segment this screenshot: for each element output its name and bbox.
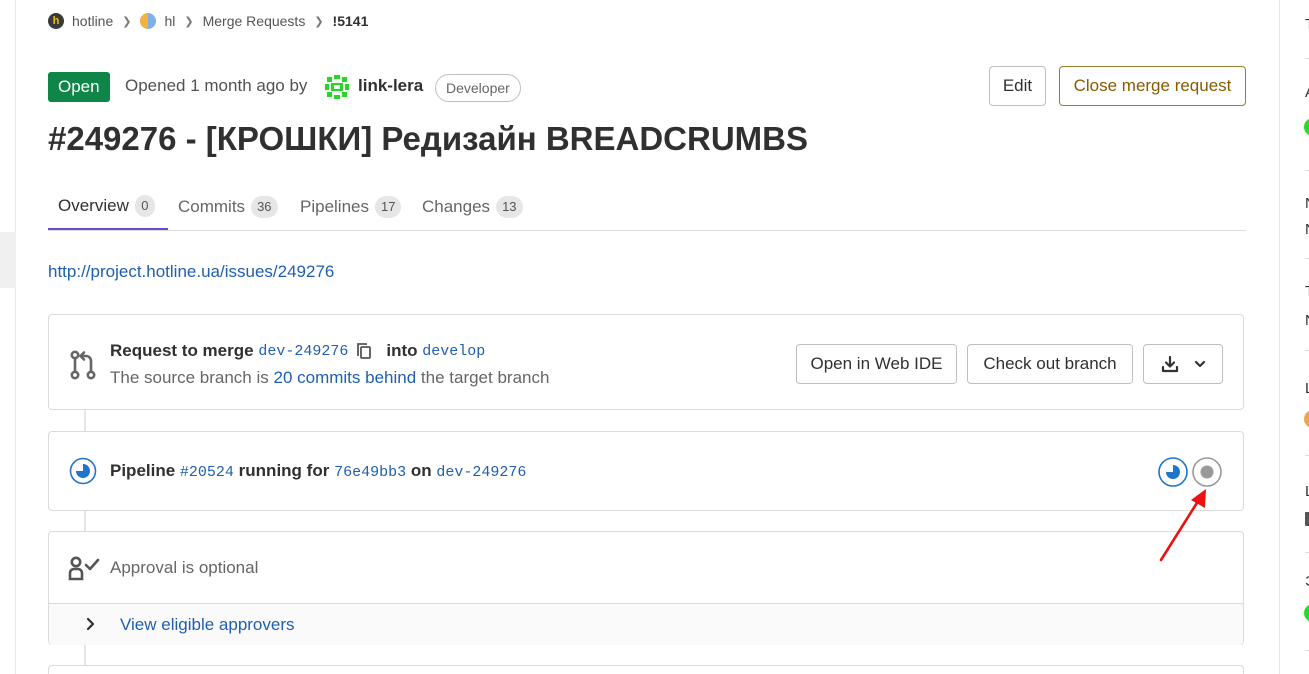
- chevron-right-icon: ❯: [314, 15, 324, 28]
- tab-label: Changes: [422, 197, 491, 216]
- issue-link[interactable]: http://project.hotline.ua/issues/249276: [48, 262, 334, 282]
- pipeline-branch-link[interactable]: dev-249276: [436, 464, 526, 481]
- breadcrumb: h hotline ❯ hl ❯ Merge Requests ❯ !5141: [48, 10, 368, 32]
- close-merge-request-button[interactable]: Close merge request: [1059, 66, 1246, 106]
- sidebar-milestone-label: N: [1305, 195, 1309, 212]
- breadcrumb-group[interactable]: hotline: [72, 13, 113, 29]
- project-avatar: [140, 13, 157, 29]
- tab-label: Commits: [178, 197, 246, 216]
- approval-widget: Approval is optional View eligible appro…: [48, 531, 1244, 645]
- group-avatar: h: [48, 13, 64, 29]
- author-name[interactable]: link-lera: [358, 76, 423, 96]
- edit-button[interactable]: Edit: [989, 66, 1046, 106]
- divider: [1305, 258, 1309, 259]
- view-eligible-approvers-link[interactable]: View eligible approvers: [120, 615, 295, 635]
- divider: [1305, 170, 1309, 171]
- label-chip[interactable]: [1304, 410, 1309, 428]
- right-sidebar: T A N N T N L L Э: [1279, 0, 1309, 674]
- pipeline-running-icon[interactable]: [69, 457, 97, 485]
- widget-connector: [84, 410, 86, 431]
- download-icon: [1161, 355, 1179, 373]
- copy-icon[interactable]: [356, 342, 372, 360]
- branch-behind-info: The source branch is 20 commits behind t…: [110, 368, 549, 388]
- opened-meta: Opened 1 month ago by: [125, 76, 308, 95]
- approval-status: Approval is optional: [110, 558, 259, 577]
- tab-count: 17: [375, 196, 402, 218]
- tab-label: Pipelines: [300, 197, 369, 216]
- status-badge: Open: [48, 72, 110, 102]
- mr-tabs: Overview 0 Commits 36 Pipelines 17 Chang…: [48, 184, 1246, 231]
- assignee-avatar[interactable]: [1304, 118, 1309, 136]
- chevron-right-icon: ❯: [184, 15, 194, 28]
- chevron-down-icon: [1194, 360, 1206, 368]
- commits-behind-link[interactable]: 20 commits behind: [273, 368, 416, 387]
- divider: [1305, 455, 1309, 456]
- divider: [1305, 552, 1309, 553]
- tab-count: 0: [134, 195, 155, 217]
- commit-sha-link[interactable]: 76e49bb3: [334, 464, 406, 481]
- chevron-right-icon[interactable]: [83, 616, 97, 632]
- merge-summary: Request to merge dev-249276 into develop: [110, 341, 485, 361]
- source-branch[interactable]: dev-249276: [258, 343, 348, 360]
- target-branch[interactable]: develop: [422, 343, 485, 360]
- sidebar-todo-label[interactable]: T: [1305, 16, 1309, 33]
- merge-request-widget: Request to merge dev-249276 into develop…: [48, 314, 1244, 410]
- tab-overview[interactable]: Overview 0: [48, 184, 168, 230]
- sidebar-participants-label: Э: [1305, 573, 1309, 590]
- approval-icon: [68, 556, 100, 581]
- on-label: on: [410, 461, 432, 480]
- page-title: #249276 - [КРОШКИ] Редизайн BREADCRUMBS: [48, 120, 808, 157]
- tab-count: 36: [251, 196, 278, 218]
- into-label: into: [386, 341, 418, 360]
- role-badge: Developer: [435, 74, 521, 102]
- pipeline-summary: Pipeline #20524 running for 76e49bb3 on …: [110, 461, 526, 481]
- request-to-merge-label: Request to merge: [110, 341, 254, 360]
- author-avatar[interactable]: [323, 73, 351, 101]
- behind-prefix: The source branch is: [110, 368, 269, 387]
- tab-label: Overview: [58, 196, 129, 215]
- breadcrumb-project[interactable]: hl: [164, 13, 175, 29]
- tab-changes[interactable]: Changes 13: [412, 184, 533, 230]
- sidebar-labels-label: L: [1305, 380, 1309, 397]
- tab-count: 13: [496, 196, 523, 218]
- divider: [1305, 350, 1309, 351]
- approvers-toggle-row[interactable]: View eligible approvers: [49, 603, 1243, 645]
- breadcrumb-merge-requests[interactable]: Merge Requests: [203, 13, 306, 29]
- lock-icon: [1305, 512, 1309, 526]
- sidebar-time-label: T: [1305, 283, 1309, 300]
- pipeline-id-link[interactable]: #20524: [180, 464, 234, 481]
- sidebar-assignee-label: A: [1305, 84, 1309, 101]
- open-web-ide-button[interactable]: Open in Web IDE: [796, 344, 957, 384]
- sidebar-lock-label: L: [1305, 483, 1309, 500]
- download-dropdown-button[interactable]: [1143, 344, 1223, 384]
- breadcrumb-current[interactable]: !5141: [333, 13, 369, 29]
- tab-pipelines[interactable]: Pipelines 17: [290, 184, 411, 230]
- annotation-arrow: [1159, 489, 1206, 562]
- participant-avatar[interactable]: [1304, 604, 1309, 622]
- pipeline-label: Pipeline: [110, 461, 176, 480]
- widget-connector: [84, 645, 86, 665]
- merge-request-icon: [70, 350, 96, 380]
- chevron-right-icon: ❯: [122, 15, 132, 28]
- widget-connector: [84, 511, 86, 531]
- left-nav-edge: [0, 0, 16, 674]
- next-widget: [48, 665, 1244, 674]
- sidebar-milestone-value: N: [1305, 221, 1309, 238]
- pipeline-widget: Pipeline #20524 running for 76e49bb3 on …: [48, 431, 1244, 511]
- sidebar-time-value: N: [1305, 312, 1309, 329]
- approval-header: Approval is optional: [49, 532, 1243, 603]
- tab-commits[interactable]: Commits 36: [168, 184, 288, 230]
- check-out-branch-button[interactable]: Check out branch: [967, 344, 1133, 384]
- divider: [1305, 650, 1309, 651]
- running-for-label: running for: [238, 461, 330, 480]
- left-nav-active-item[interactable]: [0, 232, 16, 288]
- behind-suffix: the target branch: [420, 368, 550, 387]
- divider: [1305, 58, 1309, 59]
